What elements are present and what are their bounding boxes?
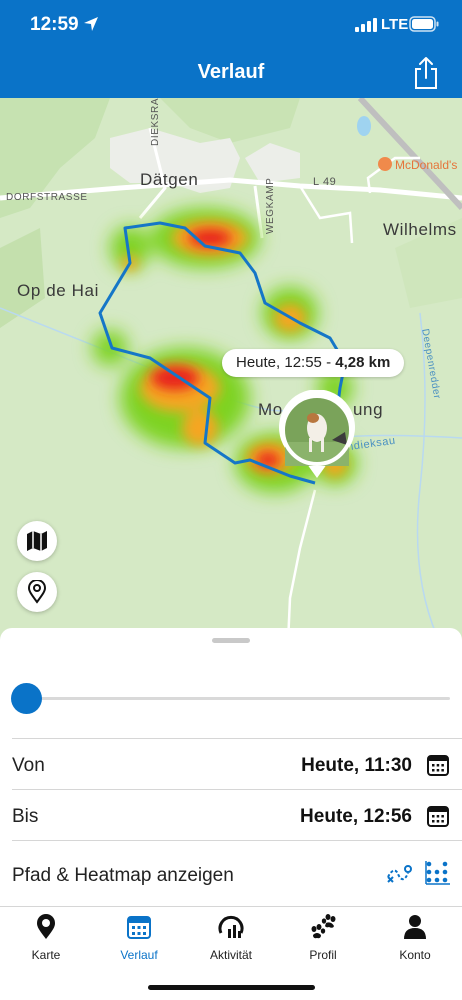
to-value[interactable]: Heute, 12:56 [300,806,412,828]
tab-label: Karte [31,948,61,962]
status-time: 12:59 [30,14,79,35]
display-mode-label: Pfad & Heatmap anzeigen [12,865,234,886]
map-label-mcdonalds[interactable]: McDonald's [395,158,457,172]
tab-label: Konto [399,948,431,962]
map-label-l49: L 49 [313,176,337,188]
from-row[interactable]: Von Heute, 11:30 [12,738,462,790]
time-slider-knob[interactable] [11,683,42,714]
to-label: Bis [12,806,39,827]
map-icon [27,531,47,551]
restaurant-icon [378,157,392,171]
page-title: Verlauf [197,61,265,83]
pet-location-pin[interactable] [277,390,357,480]
map-label-wegkamp: WEGKAMP [265,177,276,234]
tab-verlauf[interactable]: Verlauf [99,913,179,963]
tab-label: Profil [309,948,337,962]
location-pin-icon [27,580,47,604]
to-row[interactable]: Bis Heute, 12:56 [12,789,462,841]
calendar-icon[interactable] [426,804,450,828]
calendar-icon [127,916,151,939]
person-icon [404,915,426,939]
display-mode-row: Pfad & Heatmap anzeigen [12,840,462,906]
home-indicator [148,985,315,990]
tab-konto[interactable]: Konto [375,913,455,963]
track-tooltip: Heute, 12:55 - 4,28 km [222,349,405,377]
map-label-wilhelms: Wilhelms [383,220,457,239]
sheet-grabber[interactable] [212,638,250,643]
paw-icon [311,914,336,939]
share-icon[interactable] [412,56,440,90]
tab-karte[interactable]: Karte [6,913,86,963]
tab-label: Aktivität [209,948,252,962]
tab-profil[interactable]: Profil [283,913,363,963]
tooltip-distance: 4,28 km [335,354,391,371]
tab-label: Verlauf [120,948,158,962]
heatmap-icon[interactable] [425,860,451,886]
path-icon[interactable] [386,861,414,887]
calendar-icon[interactable] [426,753,450,777]
top-bar: 12:59 LTE Verlauf [0,0,462,98]
from-value[interactable]: Heute, 11:30 [301,755,412,777]
signal-icon [355,18,377,32]
location-arrow-icon [84,17,98,31]
map-label-dorfstrasse: DORFSTRASSE [6,192,88,203]
tab-aktivitaet[interactable]: Aktivität [191,913,271,963]
map-view[interactable]: Dätgen Op de Hai Wilhelms Mo ung DORFSTR… [0,98,462,643]
time-slider-track[interactable] [26,697,450,700]
network-label: LTE [381,16,409,33]
map-layers-button[interactable] [17,521,57,561]
location-button[interactable] [17,572,57,612]
tooltip-time: Heute, 12:55 - [236,354,336,371]
map-label-dieksrade: DIEKSRADE [150,98,161,146]
map-label-op-de-hai: Op de Hai [17,281,99,300]
map-pin-icon [37,914,55,939]
battery-icon [409,16,439,32]
activity-gauge-icon [218,915,244,938]
map-label-ung: ung [353,400,384,419]
status-bar: 12:59 LTE [0,0,462,50]
from-label: Von [12,755,45,776]
map-label-town: Dätgen [140,170,199,189]
